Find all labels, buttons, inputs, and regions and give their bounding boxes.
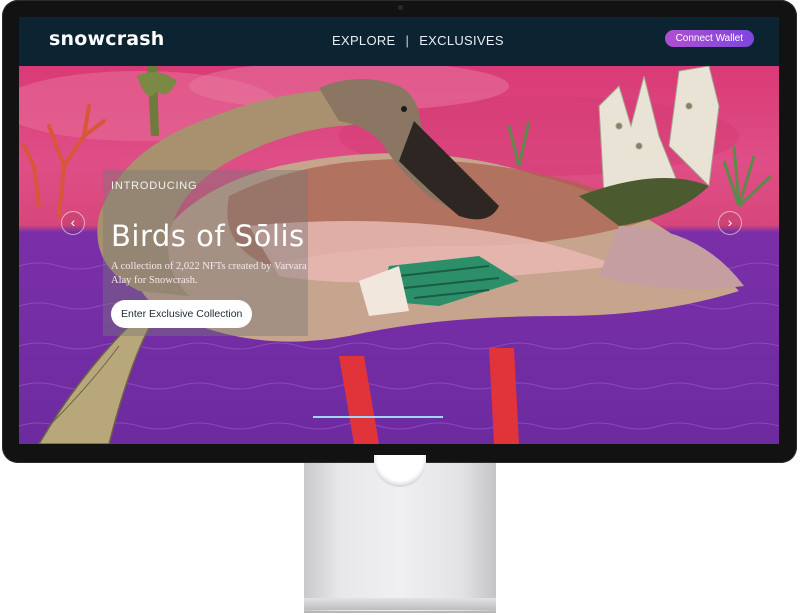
nav-exclusives[interactable]: EXCLUSIVES xyxy=(419,33,504,48)
slide-progress-indicator xyxy=(313,416,443,418)
prev-slide-button[interactable]: ‹ xyxy=(61,211,85,235)
monitor-stand xyxy=(304,455,496,613)
next-slide-button[interactable]: › xyxy=(718,211,742,235)
hero-banner: ‹ › INTRODUCING Birds of Sōlis A collect… xyxy=(19,66,779,444)
main-nav: EXPLORE | EXCLUSIVES xyxy=(332,33,504,48)
collection-description: A collection of 2,022 NFTs created by Va… xyxy=(111,260,307,286)
snowcrash-logo[interactable]: snowcrash xyxy=(49,28,165,50)
slide-progress-fill xyxy=(313,416,443,418)
intro-panel: INTRODUCING Birds of Sōlis A collection … xyxy=(103,170,308,336)
intro-eyebrow: INTRODUCING xyxy=(111,180,198,192)
stand-cable-hole xyxy=(374,455,426,487)
chevron-left-icon: ‹ xyxy=(70,214,76,230)
chevron-right-icon: › xyxy=(727,214,733,230)
camera-dot xyxy=(398,5,403,10)
nav-separator: | xyxy=(405,33,410,48)
nav-explore[interactable]: EXPLORE xyxy=(332,33,396,48)
monitor-stand-foot xyxy=(304,598,496,610)
screen: snowcrash EXPLORE | EXCLUSIVES Connect W… xyxy=(19,17,779,444)
connect-wallet-button[interactable]: Connect Wallet xyxy=(664,30,754,47)
enter-collection-button[interactable]: Enter Exclusive Collection xyxy=(111,300,253,328)
collection-title: Birds of Sōlis xyxy=(111,219,305,254)
site-header: snowcrash EXPLORE | EXCLUSIVES Connect W… xyxy=(19,17,779,66)
